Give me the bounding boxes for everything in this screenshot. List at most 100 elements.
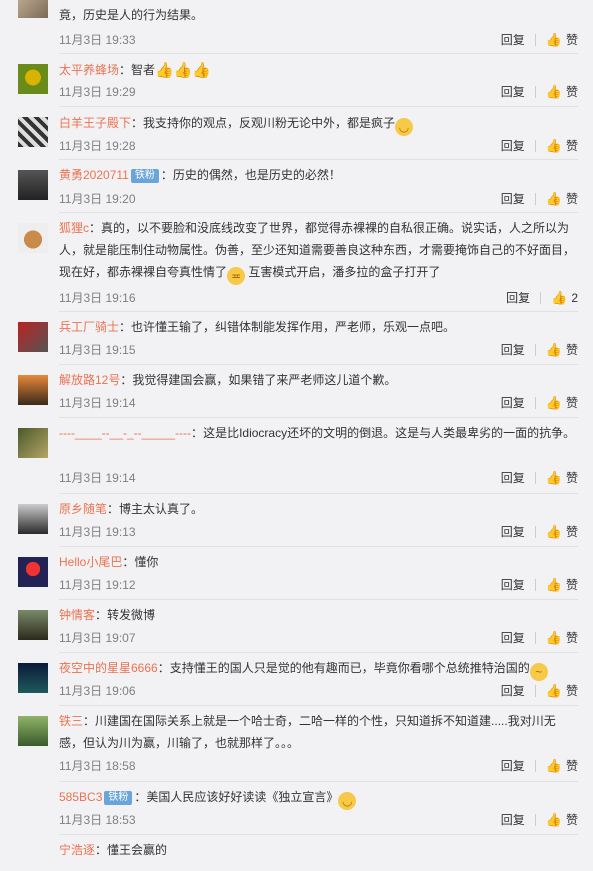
like-label[interactable]: 赞: [566, 629, 578, 646]
separator: ：: [122, 555, 135, 569]
comment-content: 夜空中的星星6666：支持懂王的国人只是觉的他有趣而已，毕竟你看哪个总统推特治国…: [59, 657, 577, 681]
reply-button[interactable]: 回复: [501, 629, 525, 646]
avatar[interactable]: [18, 375, 48, 405]
username-link[interactable]: 夜空中的星星6666: [59, 661, 158, 675]
reply-button[interactable]: 回复: [501, 341, 525, 358]
divider: [534, 396, 536, 409]
like-label[interactable]: 赞: [566, 757, 578, 774]
avatar[interactable]: [18, 663, 48, 693]
like-label[interactable]: 赞: [566, 523, 578, 540]
avatar[interactable]: [18, 610, 48, 640]
like-label[interactable]: 赞: [566, 469, 578, 486]
avatar[interactable]: [18, 117, 48, 147]
comment-content: 黄勇2020711 铁粉 ：历史的偶然，也是历史的必然！: [59, 164, 577, 186]
like-label[interactable]: 赞: [566, 190, 578, 207]
thumbs-up-icon[interactable]: 👍: [546, 524, 562, 540]
username-link[interactable]: 原乡随笔: [59, 502, 107, 516]
username-link[interactable]: 585BC3: [59, 790, 102, 804]
thumbs-up-icon[interactable]: 👍: [546, 84, 562, 100]
like-label[interactable]: 赞: [566, 394, 578, 411]
like-label[interactable]: 赞: [566, 811, 578, 828]
reply-button[interactable]: 回复: [501, 190, 525, 207]
like-label[interactable]: 赞: [566, 341, 578, 358]
thumbs-up-icon[interactable]: 👍: [546, 191, 562, 207]
reply-button[interactable]: 回复: [501, 682, 525, 699]
like-label[interactable]: 赞: [566, 576, 578, 593]
thumbs-up-icon[interactable]: 👍: [546, 812, 562, 828]
avatar[interactable]: [18, 170, 48, 200]
comment-text: 转发微博: [107, 608, 156, 622]
username-link[interactable]: 解放路12号: [59, 373, 120, 387]
divider: [534, 684, 536, 697]
username-link[interactable]: 钟情客: [59, 608, 95, 622]
like-label[interactable]: 赞: [566, 137, 578, 154]
avatar[interactable]: [18, 0, 48, 18]
reply-button[interactable]: 回复: [501, 757, 525, 774]
username-link[interactable]: 铁三: [59, 714, 83, 728]
comment-actions: 回复 👍 赞: [501, 137, 578, 154]
divider: [534, 192, 536, 205]
thumbs-up-icon[interactable]: 👍: [551, 290, 567, 306]
username-link[interactable]: 黄勇2020711: [59, 168, 129, 182]
avatar[interactable]: [18, 716, 48, 746]
comment-content: 太平养蜂场：智者👍👍👍: [59, 59, 577, 82]
like-label[interactable]: 赞: [566, 31, 578, 48]
separator: ：: [89, 221, 102, 235]
thumbs-up-icon[interactable]: 👍: [546, 758, 562, 774]
comment-content: 狐狸c：真的，以不要脸和没底线改变了世界，都觉得赤裸裸的自私很正确。说实话，人之…: [59, 217, 577, 285]
avatar[interactable]: [18, 322, 48, 352]
divider: [59, 599, 578, 600]
separator: ：: [131, 116, 144, 130]
divider: [59, 106, 578, 107]
avatar[interactable]: [18, 428, 48, 458]
username-link[interactable]: 兵工厂骑士: [59, 320, 119, 334]
reply-button[interactable]: 回复: [501, 469, 525, 486]
divider: [59, 652, 578, 653]
reply-button[interactable]: 回复: [501, 83, 525, 100]
like-count[interactable]: 2: [571, 291, 578, 305]
reply-button[interactable]: 回复: [501, 576, 525, 593]
comment-content: 竟，历史是人的行为结果。: [59, 4, 577, 26]
thumbs-up-icon[interactable]: 👍: [546, 395, 562, 411]
reply-button[interactable]: 回复: [501, 523, 525, 540]
avatar[interactable]: [18, 64, 48, 94]
reply-button[interactable]: 回复: [501, 137, 525, 154]
username-link[interactable]: 白羊王子殿下: [59, 116, 131, 130]
comment-actions: 回复 👍 赞: [501, 341, 578, 358]
reply-button[interactable]: 回复: [501, 31, 525, 48]
avatar[interactable]: [18, 557, 48, 587]
like-label[interactable]: 赞: [566, 682, 578, 699]
comment-content: Hello小尾巴：懂你: [59, 551, 577, 573]
comment-actions: 回复 👍 赞: [501, 811, 578, 828]
username-link[interactable]: Hello小尾巴: [59, 555, 122, 569]
reply-button[interactable]: 回复: [501, 811, 525, 828]
reply-button[interactable]: 回复: [506, 289, 530, 306]
comment-text: 历史的偶然，也是历史的必然！: [172, 168, 341, 182]
comment-time: 11月3日 19:28: [59, 139, 136, 153]
username-link[interactable]: 太平养蜂场: [59, 63, 119, 77]
comment-text: 我觉得建国会赢，如果错了来严老师这儿道个歉。: [132, 373, 397, 387]
reply-button[interactable]: 回复: [501, 394, 525, 411]
separator: ：: [95, 843, 108, 857]
avatar[interactable]: [18, 223, 48, 253]
avatar[interactable]: [18, 504, 48, 534]
divider: [59, 705, 578, 706]
thumbs-up-icon[interactable]: 👍: [546, 32, 562, 48]
thumbs-up-icon[interactable]: 👍: [546, 577, 562, 593]
username-link[interactable]: 宁浩逐: [59, 843, 95, 857]
username-link[interactable]: 狐狸c: [59, 221, 89, 235]
thumbs-up-icon[interactable]: 👍: [546, 342, 562, 358]
comment-text: 博主太认真了。: [119, 502, 204, 516]
thumbs-up-icon[interactable]: 👍: [546, 683, 562, 699]
thumbs-up-icon[interactable]: 👍: [546, 630, 562, 646]
thumbs-up-icon[interactable]: 👍: [546, 470, 562, 486]
comment-time: 11月3日 19:33: [59, 33, 136, 47]
username-link[interactable]: ----____--__-_--_____----: [59, 426, 191, 440]
comment-time: 11月3日 19:13: [59, 525, 136, 539]
comment-actions: 回复 👍 赞: [501, 523, 578, 540]
like-label[interactable]: 赞: [566, 83, 578, 100]
divider: [59, 53, 578, 54]
comment-time: 11月3日 19:12: [59, 578, 136, 592]
thumbs-up-icon[interactable]: 👍: [546, 138, 562, 154]
separator: ：: [119, 320, 132, 334]
